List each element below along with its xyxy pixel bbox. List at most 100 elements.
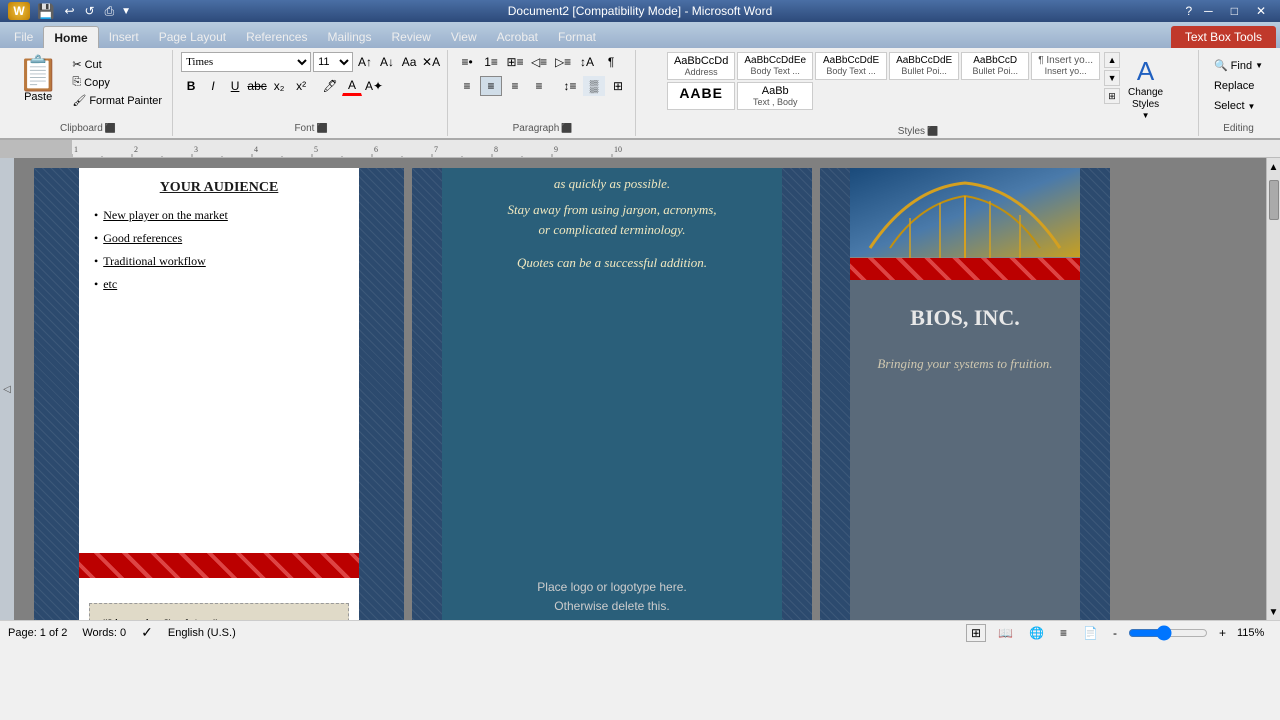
tab-format[interactable]: Format (548, 26, 606, 48)
strikethrough-button[interactable]: abc (247, 76, 267, 96)
multilevel-list-button[interactable]: ⊞≡ (504, 52, 526, 72)
bullets-button[interactable]: ≡• (456, 52, 478, 72)
clipboard-expand-icon[interactable]: ⬛ (105, 123, 116, 134)
save-icon[interactable]: 💾 (34, 3, 57, 20)
text-box-tools-tab[interactable]: Text Box Tools (1171, 26, 1276, 48)
maximize-button[interactable]: □ (1225, 4, 1244, 18)
print-icon[interactable]: ⎙ (102, 4, 118, 19)
vertical-scrollbar[interactable]: ▲ ▼ (1266, 158, 1280, 620)
select-button[interactable]: Select ▼ (1207, 97, 1263, 115)
styles-scroll-up-button[interactable]: ▲ (1104, 52, 1120, 68)
clear-format-button[interactable]: ✕A (421, 52, 441, 72)
minimize-button[interactable]: ─ (1198, 4, 1219, 18)
decrease-indent-button[interactable]: ◁≡ (528, 52, 550, 72)
close-button[interactable]: ✕ (1250, 4, 1272, 18)
tab-mailings[interactable]: Mailings (317, 26, 381, 48)
style-bullet-2[interactable]: AaBbCcD Bullet Poi... (961, 52, 1029, 80)
style-body-text-1[interactable]: AaBbCcDdEe Body Text ... (737, 52, 813, 80)
italic-button[interactable]: I (203, 76, 223, 96)
shading-button[interactable]: ▒ (583, 76, 605, 96)
underline-button[interactable]: U (225, 76, 245, 96)
change-case-button[interactable]: Aa (399, 52, 419, 72)
draft-button[interactable]: 📄 (1079, 625, 1102, 641)
page-2: as quickly as possible. Stay away from u… (412, 168, 812, 610)
zoom-slider[interactable] (1128, 627, 1208, 639)
scroll-thumb[interactable] (1269, 180, 1279, 220)
select-dropdown-icon[interactable]: ▼ (1248, 102, 1256, 111)
format-painter-button[interactable]: 🖌 Format Painter (68, 92, 166, 109)
numbering-button[interactable]: 1≡ (480, 52, 502, 72)
increase-font-button[interactable]: A↑ (355, 52, 375, 72)
subscript-button[interactable]: x₂ (269, 76, 289, 96)
align-right-button[interactable]: ≡ (504, 76, 526, 96)
svg-text:5: 5 (314, 145, 318, 154)
styles-scroll-down-button[interactable]: ▼ (1104, 70, 1120, 86)
find-button[interactable]: 🔍 Find ▼ (1207, 56, 1270, 75)
superscript-button[interactable]: x² (291, 76, 311, 96)
tab-home[interactable]: Home (43, 26, 98, 48)
copy-icon: ⎘ (72, 76, 81, 89)
style-insert[interactable]: ¶ Insert yo... Insert yo... (1031, 52, 1100, 80)
border-button[interactable]: ⊞ (607, 76, 629, 96)
help-icon[interactable]: ? (1185, 4, 1192, 18)
office-button[interactable]: W (8, 2, 30, 20)
style-address[interactable]: AaBbCcDd Address (667, 52, 735, 80)
align-left-button[interactable]: ≡ (456, 76, 478, 96)
align-center-button[interactable]: ≡ (480, 76, 502, 96)
redo-icon[interactable]: ↺ (82, 4, 98, 18)
style-bullet-1[interactable]: AaBbCcDdE Bullet Poi... (889, 52, 959, 80)
line-spacing-button[interactable]: ↕≡ (559, 76, 581, 96)
language-indicator[interactable]: English (U.S.) (168, 627, 236, 639)
increase-indent-button[interactable]: ▷≡ (552, 52, 574, 72)
cut-button[interactable]: ✂ Cut (68, 56, 166, 73)
paste-button[interactable]: 📋 Paste (10, 52, 66, 108)
tab-review[interactable]: Review (381, 26, 440, 48)
tab-insert[interactable]: Insert (99, 26, 149, 48)
zoom-out-button[interactable]: - (1110, 626, 1120, 640)
font-size-select[interactable]: 11 (313, 52, 353, 72)
spell-check-icon[interactable]: ✓ (141, 624, 153, 641)
copy-button[interactable]: ⎘ Copy (68, 74, 166, 91)
panel2-text-2: Stay away from using jargon, acronyms,or… (442, 196, 782, 243)
find-dropdown-icon[interactable]: ▼ (1255, 61, 1263, 70)
tab-view[interactable]: View (441, 26, 487, 48)
outline-button[interactable]: ≡ (1056, 625, 1071, 641)
bold-button[interactable]: B (181, 76, 201, 96)
scroll-up-button[interactable]: ▲ (1267, 160, 1280, 175)
font-expand-icon[interactable]: ⬛ (316, 123, 327, 134)
tab-acrobat[interactable]: Acrobat (487, 26, 548, 48)
document-area: ◁ YOUR AUDIENCE • New player on the mark… (0, 158, 1280, 620)
editing-group-label: Editing (1223, 123, 1254, 134)
zoom-in-button[interactable]: + (1216, 626, 1229, 640)
scroll-down-button[interactable]: ▼ (1267, 605, 1280, 620)
change-styles-button[interactable]: A ChangeStyles ▼ (1122, 52, 1169, 124)
undo-icon[interactable]: ↩ (61, 4, 77, 18)
zoom-level[interactable]: 115% (1237, 627, 1272, 639)
font-name-select[interactable]: Times (181, 52, 311, 72)
text-effects-button[interactable]: A✦ (364, 76, 384, 96)
paragraph-expand-icon[interactable]: ⬛ (561, 123, 572, 134)
show-formatting-button[interactable]: ¶ (600, 52, 622, 72)
change-styles-dropdown-icon[interactable]: ▼ (1142, 111, 1150, 120)
sort-button[interactable]: ↕A (576, 52, 598, 72)
font-color-button[interactable]: A (342, 76, 362, 96)
tab-page-layout[interactable]: Page Layout (149, 26, 236, 48)
justify-button[interactable]: ≡ (528, 76, 550, 96)
tab-file[interactable]: File (4, 26, 43, 48)
decrease-font-button[interactable]: A↓ (377, 52, 397, 72)
print-layout-button[interactable]: ⊞ (966, 624, 986, 642)
left-panel-toggle[interactable]: ◁ (0, 158, 14, 620)
pages-container: YOUR AUDIENCE • New player on the market… (14, 158, 1266, 620)
style-text-body[interactable]: AaBb Text , Body (737, 82, 813, 110)
highlight-color-button[interactable]: 🖊 (320, 76, 340, 96)
style-body-text-2[interactable]: AaBbCcDdE Body Text ... (815, 52, 887, 80)
replace-button[interactable]: Replace (1207, 77, 1261, 95)
dropdown-icon[interactable]: ▼ (121, 6, 131, 17)
styles-more-button[interactable]: ⊞ (1104, 88, 1120, 104)
styles-expand-icon[interactable]: ⬛ (927, 126, 938, 137)
style-normal[interactable]: AABE (667, 82, 735, 110)
svg-text:9: 9 (554, 145, 558, 154)
web-layout-button[interactable]: 🌐 (1025, 625, 1048, 641)
full-reading-button[interactable]: 📖 (994, 625, 1017, 641)
tab-references[interactable]: References (236, 26, 317, 48)
